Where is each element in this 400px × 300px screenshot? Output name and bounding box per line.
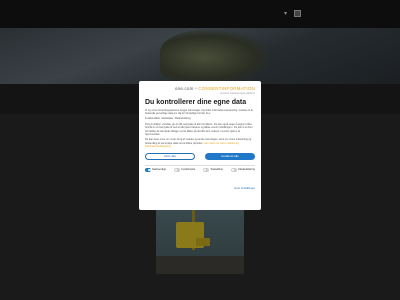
- toggle-switch[interactable]: [231, 168, 238, 172]
- brand-logo: one.com + CONSENTINFORMATION: [145, 86, 255, 91]
- category-label: Nødvendige: [152, 168, 166, 172]
- consent-modal: one.com + CONSENTINFORMATION consent man…: [139, 81, 261, 210]
- brand-plus: +: [194, 86, 198, 91]
- category-functional[interactable]: Funktionelle: [174, 168, 195, 172]
- category-label: Statistikker: [210, 168, 224, 172]
- toggle-switch[interactable]: [174, 168, 181, 172]
- top-bar: ▾: [0, 0, 400, 28]
- consent-paragraph: Hvis du klikker «Godta» gir du ditt samt…: [145, 122, 253, 136]
- category-toggles: Nødvendige Funktionelle Statistikker Mar…: [145, 168, 255, 172]
- category-necessary[interactable]: Nødvendige: [145, 168, 166, 172]
- category-label: Markedsføring: [238, 168, 255, 172]
- cart-icon[interactable]: ▾: [284, 10, 290, 17]
- machine-part: [196, 238, 210, 246]
- modal-title: Du kontrollerer dine egne data: [145, 98, 247, 106]
- brand-subtitle: consent management platform: [219, 91, 255, 95]
- purposes-list: Funktionalitet, Statistikker, Markedsfør…: [145, 117, 191, 121]
- consent-paragraph: Vi og vores forretningspartnere bruger t…: [145, 108, 253, 115]
- button-row: Afvis alle Godkend alle: [145, 152, 255, 160]
- toggle-switch[interactable]: [203, 168, 210, 172]
- save-row: Gem indstillinger: [145, 176, 255, 194]
- accept-all-button[interactable]: Godkend alle: [205, 152, 255, 160]
- reject-all-button[interactable]: Afvis alle: [145, 152, 195, 160]
- divider: [145, 164, 255, 166]
- brand-name: one.com: [174, 86, 194, 91]
- category-label: Funktionelle: [181, 168, 196, 172]
- menu-icon[interactable]: [294, 10, 301, 17]
- consent-paragraph: Du kan læse mere om vores brug af cookie…: [145, 138, 255, 148]
- save-settings-link[interactable]: Gem indstillinger: [234, 186, 255, 190]
- brand-consent: CONSENTINFORMATION: [198, 86, 255, 91]
- top-icons: ▾: [284, 10, 301, 17]
- ground-shape: [156, 256, 244, 274]
- category-marketing[interactable]: Markedsføring: [231, 168, 255, 172]
- diver-image: [160, 30, 270, 85]
- toggle-switch[interactable]: [145, 168, 151, 172]
- category-statistics[interactable]: Statistikker: [203, 168, 223, 172]
